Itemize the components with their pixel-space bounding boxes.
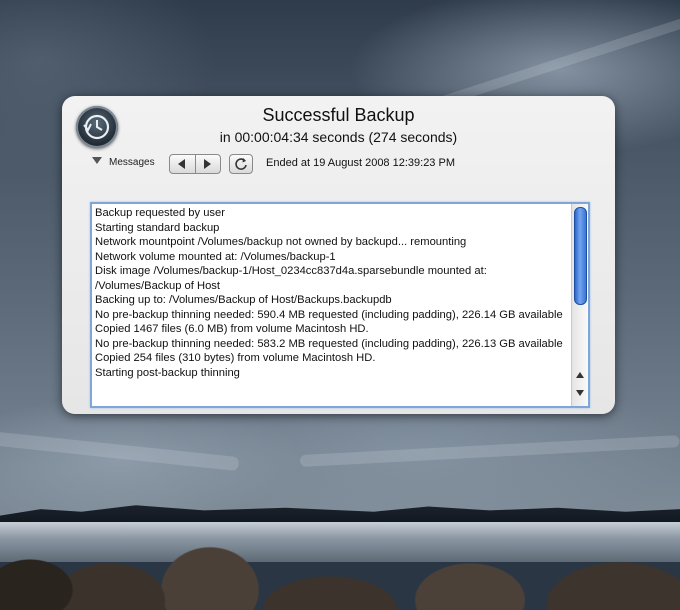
log-line: No pre-backup thinning needed: 583.2 MB … (95, 337, 563, 350)
vertical-scrollbar[interactable] (571, 204, 588, 406)
log-line: Copied 1467 files (6.0 MB) from volume M… (95, 323, 369, 335)
log-line: Network mountpoint /Volumes/backup not o… (95, 236, 467, 248)
scroll-down-arrow-icon[interactable] (576, 390, 584, 396)
messages-log[interactable]: Backup requested by user Starting standa… (90, 202, 590, 408)
log-line: Copied 254 files (310 bytes) from volume… (95, 352, 376, 364)
scroll-thumb[interactable] (574, 207, 587, 305)
refresh-button[interactable] (229, 154, 253, 174)
disclosure-triangle-icon[interactable] (92, 157, 102, 164)
refresh-icon (235, 158, 247, 170)
backup-duration: in 00:00:04:34 seconds (274 seconds) (219, 129, 458, 145)
log-text-area[interactable]: Backup requested by user Starting standa… (95, 206, 567, 406)
triangle-right-icon (204, 159, 211, 169)
log-line: Starting standard backup (95, 221, 220, 234)
toolbar: Messages Ended at 19 August 2008 12:39:2… (92, 154, 592, 174)
scroll-up-arrow-icon[interactable] (576, 372, 584, 378)
log-line: Disk image /Volumes/backup-1/Host_0234cc… (95, 265, 487, 292)
log-line: Network volume mounted at: /Volumes/back… (95, 250, 336, 263)
log-line: Starting post-backup thinning (95, 366, 240, 379)
triangle-left-icon (178, 159, 185, 169)
rocks (0, 520, 680, 610)
backup-status-window: Successful Backup in 00:00:04:34 seconds… (62, 96, 615, 414)
window-title: Successful Backup (262, 105, 415, 125)
messages-label[interactable]: Messages (109, 157, 155, 168)
previous-button[interactable] (170, 155, 196, 173)
log-line: Backing up to: /Volumes/Backup of Host/B… (95, 294, 392, 306)
next-button[interactable] (195, 155, 220, 173)
log-line: No pre-backup thinning needed: 590.4 MB … (95, 308, 563, 321)
ended-timestamp: Ended at 19 August 2008 12:39:23 PM (266, 157, 455, 169)
log-line: Backup requested by user (95, 207, 225, 219)
navigation-segmented-control (169, 154, 221, 174)
